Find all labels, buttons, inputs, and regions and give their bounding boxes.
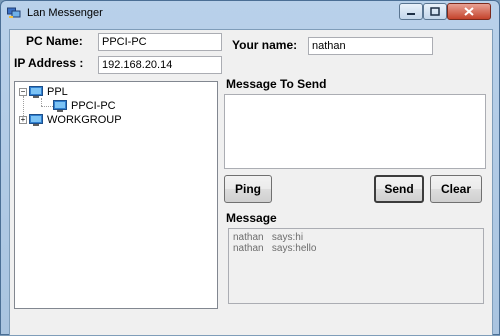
- message-line: nathan says:hello: [233, 243, 317, 254]
- close-icon: [464, 7, 474, 16]
- workgroup-icon: [29, 86, 43, 98]
- network-tree[interactable]: − PPL PPCI-PC + WORKGROUP: [14, 81, 218, 309]
- window-title: Lan Messenger: [27, 7, 103, 19]
- minimize-button[interactable]: [399, 3, 423, 20]
- your-name-field[interactable]: nathan: [308, 37, 433, 55]
- tree-node-label: PPCI-PC: [71, 100, 116, 112]
- message-label: Message: [226, 211, 277, 225]
- message-to-send-label: Message To Send: [226, 77, 327, 91]
- ip-address-label: IP Address :: [14, 56, 84, 70]
- send-button[interactable]: Send: [374, 175, 424, 203]
- app-icon: [7, 7, 21, 18]
- computer-icon: [53, 100, 67, 112]
- tree-node-workgroup[interactable]: + WORKGROUP: [15, 113, 215, 127]
- client-area: PC Name: PPCI-PC IP Address : 192.168.20…: [9, 29, 493, 336]
- maximize-button[interactable]: [423, 3, 447, 20]
- title-bar[interactable]: Lan Messenger: [1, 1, 499, 27]
- minimize-icon: [407, 12, 415, 15]
- clear-button[interactable]: Clear: [430, 175, 482, 203]
- maximize-icon: [430, 7, 440, 16]
- ping-button[interactable]: Ping: [224, 175, 272, 203]
- your-name-label: Your name:: [232, 38, 298, 52]
- ip-address-field[interactable]: 192.168.20.14: [98, 56, 222, 74]
- tree-node-ppci-pc[interactable]: PPCI-PC: [15, 99, 215, 113]
- close-button[interactable]: [447, 3, 491, 20]
- pc-name-label: PC Name:: [26, 34, 83, 48]
- tree-node-label: PPL: [47, 86, 68, 98]
- workgroup-icon: [29, 114, 43, 126]
- app-window: Lan Messenger PC Name: PPCI-PC IP Addres…: [0, 0, 500, 336]
- pc-name-field[interactable]: PPCI-PC: [98, 33, 222, 51]
- tree-node-ppl[interactable]: − PPL: [15, 85, 215, 99]
- collapse-icon[interactable]: −: [19, 88, 27, 96]
- expand-icon[interactable]: +: [19, 116, 27, 124]
- message-line: nathan says:hi: [233, 232, 304, 243]
- tree-node-label: WORKGROUP: [47, 114, 122, 126]
- message-history[interactable]: nathan says:hi nathan says:hello: [228, 228, 484, 304]
- message-to-send-input[interactable]: [224, 94, 486, 169]
